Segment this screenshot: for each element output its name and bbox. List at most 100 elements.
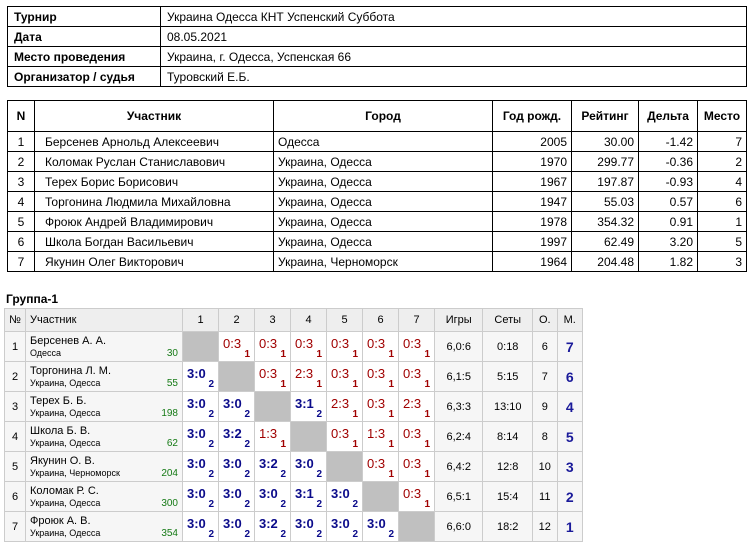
match-score: 0:3 xyxy=(403,366,422,381)
match-points: 1 xyxy=(388,349,394,360)
participant-birth-year: 1964 xyxy=(492,251,572,272)
group-player-cell: Берсенев А. А. Одесса 30 xyxy=(25,331,183,362)
match-points: 2 xyxy=(316,469,322,480)
match-result-cell: 3:0 2 xyxy=(218,481,255,512)
participant-row: 3 Терех Борис Борисович Украина, Одесса 196… xyxy=(7,171,747,192)
group-place: 2 xyxy=(556,481,583,512)
player-city: Украина, Одесса xyxy=(30,438,101,448)
group-player-number: 1 xyxy=(4,331,26,362)
participant-rating: 62.49 xyxy=(571,231,639,252)
participant-row: 1 Берсенев Арнольд Алексеевич Одесса 2005 30… xyxy=(7,131,747,152)
player-rating: 55 xyxy=(166,378,178,389)
match-result-cell: 0:3 1 xyxy=(362,391,399,422)
participant-row: 5 Фроюк Андрей Владимирович Украина, Одесс… xyxy=(7,211,747,232)
match-score: 3:0 xyxy=(295,516,314,531)
match-result-cell: 0:3 1 xyxy=(326,361,363,392)
participant-birth-year: 1970 xyxy=(492,151,572,172)
group-games: 6,2:4 xyxy=(433,421,484,452)
group-player-number: 6 xyxy=(4,481,26,512)
player-rating: 30 xyxy=(166,348,178,359)
info-row: Место проведения Украина, г. Одесса, Успе… xyxy=(7,46,747,67)
info-row: Организатор / судья Туровский Е.Б. xyxy=(7,66,747,87)
participant-birth-year: 1967 xyxy=(492,171,572,192)
match-points: 1 xyxy=(388,409,394,420)
match-result-cell: 0:3 1 xyxy=(398,361,435,392)
group-player-cell: Фроюк А. В. Украина, Одесса 354 xyxy=(25,511,183,542)
participants-col-header: Рейтинг xyxy=(571,100,639,132)
match-result-cell: 3:0 2 xyxy=(182,361,219,392)
participant-row: 7 Якунин Олег Викторович Украина, Черномор… xyxy=(7,251,747,272)
match-result-cell: 0:3 1 xyxy=(254,361,291,392)
match-points: 1 xyxy=(424,439,430,450)
match-points: 1 xyxy=(244,349,250,360)
participant-place: 2 xyxy=(697,151,747,172)
participant-number: 5 xyxy=(7,211,35,232)
group-games: 6,6:0 xyxy=(433,511,484,542)
match-result-cell: 3:2 2 xyxy=(254,511,291,542)
match-score: 3:1 xyxy=(295,396,314,411)
group-col-header: 3 xyxy=(254,308,291,332)
match-points: 2 xyxy=(316,409,322,420)
participant-city: Украина, Одесса xyxy=(273,231,493,252)
participant-name: Коломак Руслан Станиславович xyxy=(34,151,274,172)
match-points: 1 xyxy=(316,349,322,360)
participant-city: Украина, Одесса xyxy=(273,191,493,212)
participant-place: 3 xyxy=(697,251,747,272)
match-points: 2 xyxy=(388,529,394,540)
participant-city: Украина, Одесса xyxy=(273,171,493,192)
match-score: 0:3 xyxy=(367,336,386,351)
info-value: Украина, г. Одесса, Успенская 66 xyxy=(160,46,747,67)
match-score: 3:2 xyxy=(259,456,278,471)
group-col-header: 5 xyxy=(326,308,363,332)
group-row: 6 Коломак Р. С. Украина, Одесса 300 3:0 2 3:0 2… xyxy=(4,481,583,512)
participant-rating: 204.48 xyxy=(571,251,639,272)
match-score: 0:3 xyxy=(367,396,386,411)
participant-row: 6 Школа Богдан Васильевич Украина, Одесса 1… xyxy=(7,231,747,252)
group-sets: 0:18 xyxy=(482,331,534,362)
player-city: Украина, Черноморск xyxy=(30,468,120,478)
participant-rating: 55.03 xyxy=(571,191,639,212)
player-city: Украина, Одесса xyxy=(30,498,101,508)
match-points: 2 xyxy=(280,469,286,480)
participant-name: Терех Борис Борисович xyxy=(34,171,274,192)
match-points: 1 xyxy=(388,379,394,390)
match-result-cell: 3:0 2 xyxy=(218,451,255,482)
group-sets: 5:15 xyxy=(482,361,534,392)
participant-place: 6 xyxy=(697,191,747,212)
match-points: 2 xyxy=(244,499,250,510)
match-score: 0:3 xyxy=(403,456,422,471)
match-score: 3:0 xyxy=(187,366,206,381)
match-result-cell: 2:3 1 xyxy=(398,391,435,422)
player-short-name: Коломак Р. С. xyxy=(30,485,99,497)
match-points: 1 xyxy=(352,409,358,420)
match-score: 0:3 xyxy=(259,336,278,351)
group-games: 6,4:2 xyxy=(433,451,484,482)
participant-birth-year: 1978 xyxy=(492,211,572,232)
match-result-cell: 0:3 1 xyxy=(398,421,435,452)
match-score: 0:3 xyxy=(403,486,422,501)
match-score: 2:3 xyxy=(295,366,314,381)
match-points: 1 xyxy=(280,349,286,360)
participant-row: 2 Коломак Руслан Станиславович Украина, Од… xyxy=(7,151,747,172)
tournament-info-table: Турнир Украина Одесса КНТ Успенский Суббо… xyxy=(7,6,747,87)
match-result-cell: 0:3 1 xyxy=(362,451,399,482)
participants-col-header: Место xyxy=(697,100,747,132)
player-short-name: Фроюк А. В. xyxy=(30,515,91,527)
diagonal-cell xyxy=(398,511,435,542)
group-col-header: 1 xyxy=(182,308,219,332)
group-player-number: 5 xyxy=(4,451,26,482)
player-short-name: Берсенев А. А. xyxy=(30,335,107,347)
match-points: 1 xyxy=(352,439,358,450)
group-col-header: Участник xyxy=(25,308,183,332)
group-place: 1 xyxy=(556,511,583,542)
match-score: 3:0 xyxy=(187,426,206,441)
group-points: 7 xyxy=(532,361,558,392)
player-short-name: Терех Б. Б. xyxy=(30,395,87,407)
group-row: 2 Торгонина Л. М. Украина, Одесса 55 3:0 2 0:3… xyxy=(4,361,583,392)
match-score: 1:3 xyxy=(367,426,386,441)
participant-birth-year: 1947 xyxy=(492,191,572,212)
match-result-cell: 3:0 2 xyxy=(362,511,399,542)
participant-number: 2 xyxy=(7,151,35,172)
match-result-cell: 3:2 2 xyxy=(254,451,291,482)
group-player-cell: Торгонина Л. М. Украина, Одесса 55 xyxy=(25,361,183,392)
